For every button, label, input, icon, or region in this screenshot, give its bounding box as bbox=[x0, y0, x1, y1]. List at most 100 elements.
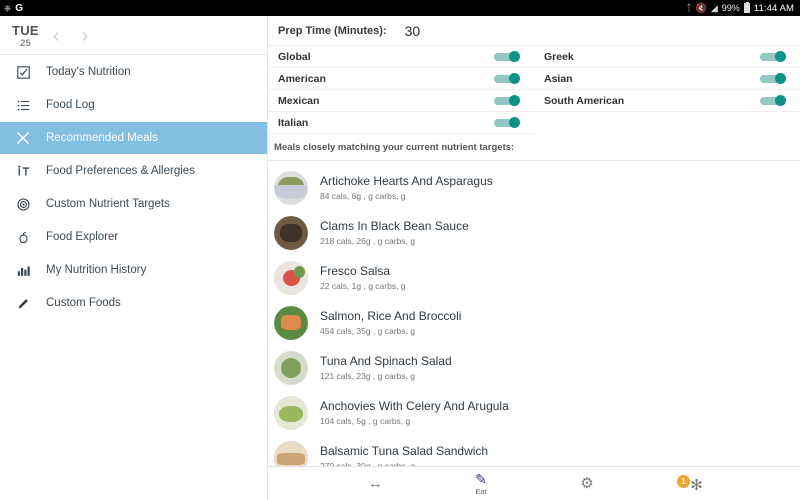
bottom-nav-label: Eat bbox=[475, 487, 486, 496]
bluetooth-icon: ᛏ bbox=[686, 4, 691, 13]
current-date: TUE 25 bbox=[12, 24, 39, 49]
cuisine-toggle[interactable] bbox=[760, 95, 786, 106]
cuisine-toggle[interactable] bbox=[494, 51, 520, 62]
bar-chart-icon bbox=[14, 264, 32, 277]
cuisine-row-american[interactable]: American bbox=[268, 68, 534, 90]
meal-thumbnail bbox=[274, 306, 308, 340]
meal-thumbnail bbox=[274, 261, 308, 295]
cuisine-row-greek[interactable]: Greek bbox=[534, 46, 800, 68]
wifi-icon: ◢ bbox=[711, 4, 718, 13]
cuisine-row-south-american[interactable]: South American bbox=[534, 90, 800, 112]
meal-text: Salmon, Rice And Broccoli 454 cals, 35g … bbox=[320, 309, 461, 336]
prev-day-button[interactable]: ‹ bbox=[49, 26, 64, 46]
meal-list-item[interactable]: Clams In Black Bean Sauce 218 cals, 26g … bbox=[268, 210, 800, 255]
meal-title: Fresco Salsa bbox=[320, 264, 406, 278]
cuisine-label: Greek bbox=[544, 51, 760, 63]
pencil-icon bbox=[14, 297, 32, 310]
bottom-nav-resize[interactable]: ↔ bbox=[352, 476, 398, 491]
volume-mute-icon: 🔇 bbox=[696, 4, 707, 13]
meal-list-item[interactable]: Anchovies With Celery And Arugula 104 ca… bbox=[268, 390, 800, 435]
sidebar-item-recommended-meals[interactable]: Recommended Meals bbox=[0, 122, 267, 154]
sidebar-item-label: Custom Foods bbox=[46, 297, 121, 309]
meal-thumbnail bbox=[274, 396, 308, 430]
cuisine-toggle[interactable] bbox=[494, 73, 520, 84]
power-icon: ⎈ bbox=[4, 4, 11, 13]
cuisine-label: Italian bbox=[278, 117, 494, 129]
app-root: ⎈ G ᛏ 🔇 ◢ 99% 11:44 AM TUE 25 ‹ › bbox=[0, 0, 800, 500]
meal-details: 104 cals, 5g , g carbs, g bbox=[320, 416, 509, 426]
meal-details: 121 cals, 23g , g carbs, g bbox=[320, 371, 452, 381]
meal-title: Artichoke Hearts And Asparagus bbox=[320, 174, 493, 188]
meal-thumbnail bbox=[274, 351, 308, 385]
cuisine-toggle[interactable] bbox=[760, 51, 786, 62]
cuisine-label: South American bbox=[544, 95, 760, 107]
date-day-number: 25 bbox=[12, 39, 39, 49]
meal-title: Tuna And Spinach Salad bbox=[320, 354, 452, 368]
sidebar: TUE 25 ‹ › Today's Nutrition bbox=[0, 16, 268, 500]
sidebar-item-label: My Nutrition History bbox=[46, 264, 146, 276]
meal-list-item[interactable]: Tuna And Spinach Salad 121 cals, 23g , g… bbox=[268, 345, 800, 390]
battery-icon bbox=[744, 3, 750, 13]
meal-text: Tuna And Spinach Salad 121 cals, 23g , g… bbox=[320, 354, 452, 381]
meal-list-item[interactable]: Salmon, Rice And Broccoli 454 cals, 35g … bbox=[268, 300, 800, 345]
resize-icon: ↔ bbox=[368, 476, 382, 491]
status-bar-left: ⎈ G bbox=[4, 3, 23, 14]
meal-details: 454 cals, 35g , g carbs, g bbox=[320, 326, 461, 336]
sidebar-item-custom-foods[interactable]: Custom Foods bbox=[0, 287, 267, 319]
sidebar-item-food-log[interactable]: Food Log bbox=[0, 89, 267, 121]
cuisine-row-italian[interactable]: Italian bbox=[268, 112, 534, 134]
sidebar-item-todays-nutrition[interactable]: Today's Nutrition bbox=[0, 56, 267, 88]
meal-details: 84 cals, 6g , g carbs, g bbox=[320, 191, 493, 201]
meal-details: 218 cals, 26g , g carbs, g bbox=[320, 236, 469, 246]
prep-time-row: Prep Time (Minutes): 30 bbox=[268, 16, 800, 46]
eat-icon: ✎ bbox=[475, 472, 487, 486]
sidebar-item-label: Food Preferences & Allergies bbox=[46, 165, 195, 177]
sidebar-item-food-preferences[interactable]: Food Preferences & Allergies bbox=[0, 155, 267, 187]
cuisine-row-asian[interactable]: Asian bbox=[534, 68, 800, 90]
next-day-button[interactable]: › bbox=[78, 26, 93, 46]
meal-list-item[interactable]: Artichoke Hearts And Asparagus 84 cals, … bbox=[268, 165, 800, 210]
meal-title: Clams In Black Bean Sauce bbox=[320, 219, 469, 233]
bottom-nav: ↔ ✎ Eat ⚙ 1 ✻ bbox=[268, 466, 800, 500]
status-bar: ⎈ G ᛏ 🔇 ◢ 99% 11:44 AM bbox=[0, 0, 800, 16]
cuisine-toggle-grid: Global Greek American Asian Mexican bbox=[268, 46, 800, 134]
meal-thumbnail bbox=[274, 171, 308, 205]
meal-thumbnail bbox=[274, 216, 308, 250]
cuisine-row-mexican[interactable]: Mexican bbox=[268, 90, 534, 112]
sidebar-item-nutrition-history[interactable]: My Nutrition History bbox=[0, 254, 267, 286]
google-icon: G bbox=[15, 3, 23, 14]
cuisine-label: Asian bbox=[544, 73, 760, 85]
cuisine-label: Mexican bbox=[278, 95, 494, 107]
cuisine-row-global[interactable]: Global bbox=[268, 46, 534, 68]
apple-icon bbox=[14, 231, 32, 244]
meal-list-item[interactable]: Fresco Salsa 22 cals, 1g , g carbs, g bbox=[268, 255, 800, 300]
body-wrapper: TUE 25 ‹ › Today's Nutrition bbox=[0, 16, 800, 500]
date-day-of-week: TUE bbox=[12, 24, 39, 37]
notification-badge: 1 bbox=[677, 475, 690, 488]
target-icon bbox=[14, 198, 32, 211]
sidebar-item-label: Recommended Meals bbox=[46, 132, 158, 144]
cuisine-toggle[interactable] bbox=[494, 117, 520, 128]
bottom-nav-notifications[interactable]: 1 ✻ bbox=[670, 475, 716, 493]
battery-percent: 99% bbox=[722, 3, 740, 13]
cuisine-toggle[interactable] bbox=[494, 95, 520, 106]
prep-time-label: Prep Time (Minutes): bbox=[278, 25, 387, 37]
clock: 11:44 AM bbox=[754, 3, 794, 14]
meal-details: 22 cals, 1g , g carbs, g bbox=[320, 281, 406, 291]
bottom-nav-eat[interactable]: ✎ Eat bbox=[458, 472, 504, 496]
cuisine-row-empty bbox=[534, 112, 800, 134]
sidebar-item-label: Today's Nutrition bbox=[46, 66, 131, 78]
meal-title: Anchovies With Celery And Arugula bbox=[320, 399, 509, 413]
cuisine-toggle[interactable] bbox=[760, 73, 786, 84]
sidebar-item-food-explorer[interactable]: Food Explorer bbox=[0, 221, 267, 253]
cuisine-label: American bbox=[278, 73, 494, 85]
bottom-nav-settings[interactable]: ⚙ bbox=[564, 476, 610, 491]
sidebar-item-custom-nutrient-targets[interactable]: Custom Nutrient Targets bbox=[0, 188, 267, 220]
cutlery-icon bbox=[14, 131, 32, 145]
snowflake-icon: ✻ bbox=[690, 478, 703, 493]
list-icon bbox=[14, 99, 32, 112]
meal-text: Fresco Salsa 22 cals, 1g , g carbs, g bbox=[320, 264, 406, 291]
date-navigator: TUE 25 ‹ › bbox=[0, 16, 267, 54]
sidebar-item-label: Food Log bbox=[46, 99, 95, 111]
prep-time-value[interactable]: 30 bbox=[405, 23, 421, 39]
